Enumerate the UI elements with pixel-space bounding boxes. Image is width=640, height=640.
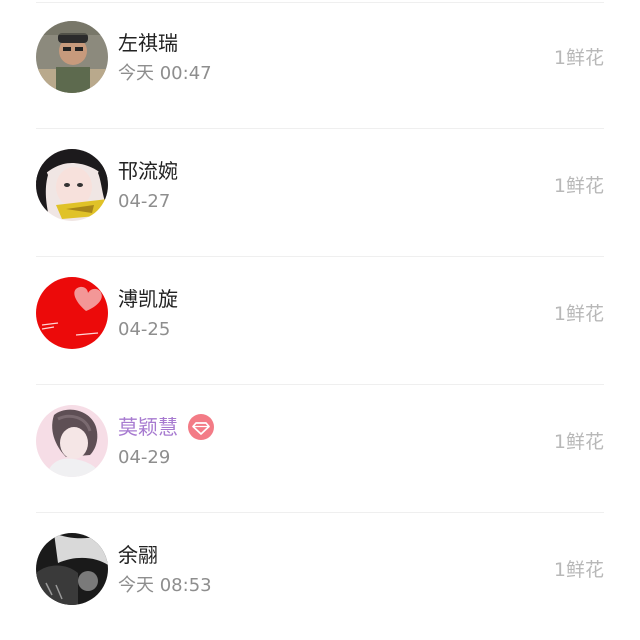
avatar[interactable] <box>36 533 108 605</box>
avatar-image <box>36 21 108 93</box>
list-item[interactable]: 左祺瑞 今天 00:47 1鲜花 <box>0 0 640 128</box>
list-item[interactable]: 邗流婉 04-27 1鲜花 <box>0 128 640 256</box>
flower-count: 1鲜花 <box>553 175 604 197</box>
avatar-image <box>36 533 108 605</box>
list-item[interactable]: 莫颖慧 04-29 1鲜花 <box>0 384 640 512</box>
flower-count: 1鲜花 <box>553 303 604 325</box>
contact-name[interactable]: 邗流婉 <box>118 158 178 184</box>
contact-name[interactable]: 溥凯旋 <box>118 286 178 312</box>
avatar-image <box>36 277 108 349</box>
flower-count: 1鲜花 <box>553 559 604 581</box>
contact-name[interactable]: 莫颖慧 <box>118 414 178 440</box>
avatar[interactable] <box>36 21 108 93</box>
avatar[interactable] <box>36 405 108 477</box>
last-time: 04-27 <box>118 191 171 212</box>
contact-list: 左祺瑞 今天 00:47 1鲜花 邗流婉 04-27 1鲜花 溥凯旋 04-25… <box>0 0 640 640</box>
diamond-icon-glyph <box>192 422 210 435</box>
list-item[interactable]: 溥凯旋 04-25 1鲜花 <box>0 256 640 384</box>
last-time: 今天 08:53 <box>118 575 212 596</box>
list-item[interactable]: 余翮 今天 08:53 1鲜花 <box>0 512 640 640</box>
flower-count: 1鲜花 <box>553 431 604 453</box>
last-time: 04-29 <box>118 447 171 468</box>
last-time: 今天 00:47 <box>118 63 212 84</box>
contact-name[interactable]: 余翮 <box>118 542 158 568</box>
contact-name[interactable]: 左祺瑞 <box>118 30 178 56</box>
last-time: 04-25 <box>118 319 171 340</box>
diamond-icon[interactable] <box>188 414 214 440</box>
avatar[interactable] <box>36 277 108 349</box>
avatar-image <box>36 405 108 477</box>
flower-count: 1鲜花 <box>553 47 604 69</box>
avatar-image <box>36 149 108 221</box>
avatar[interactable] <box>36 149 108 221</box>
